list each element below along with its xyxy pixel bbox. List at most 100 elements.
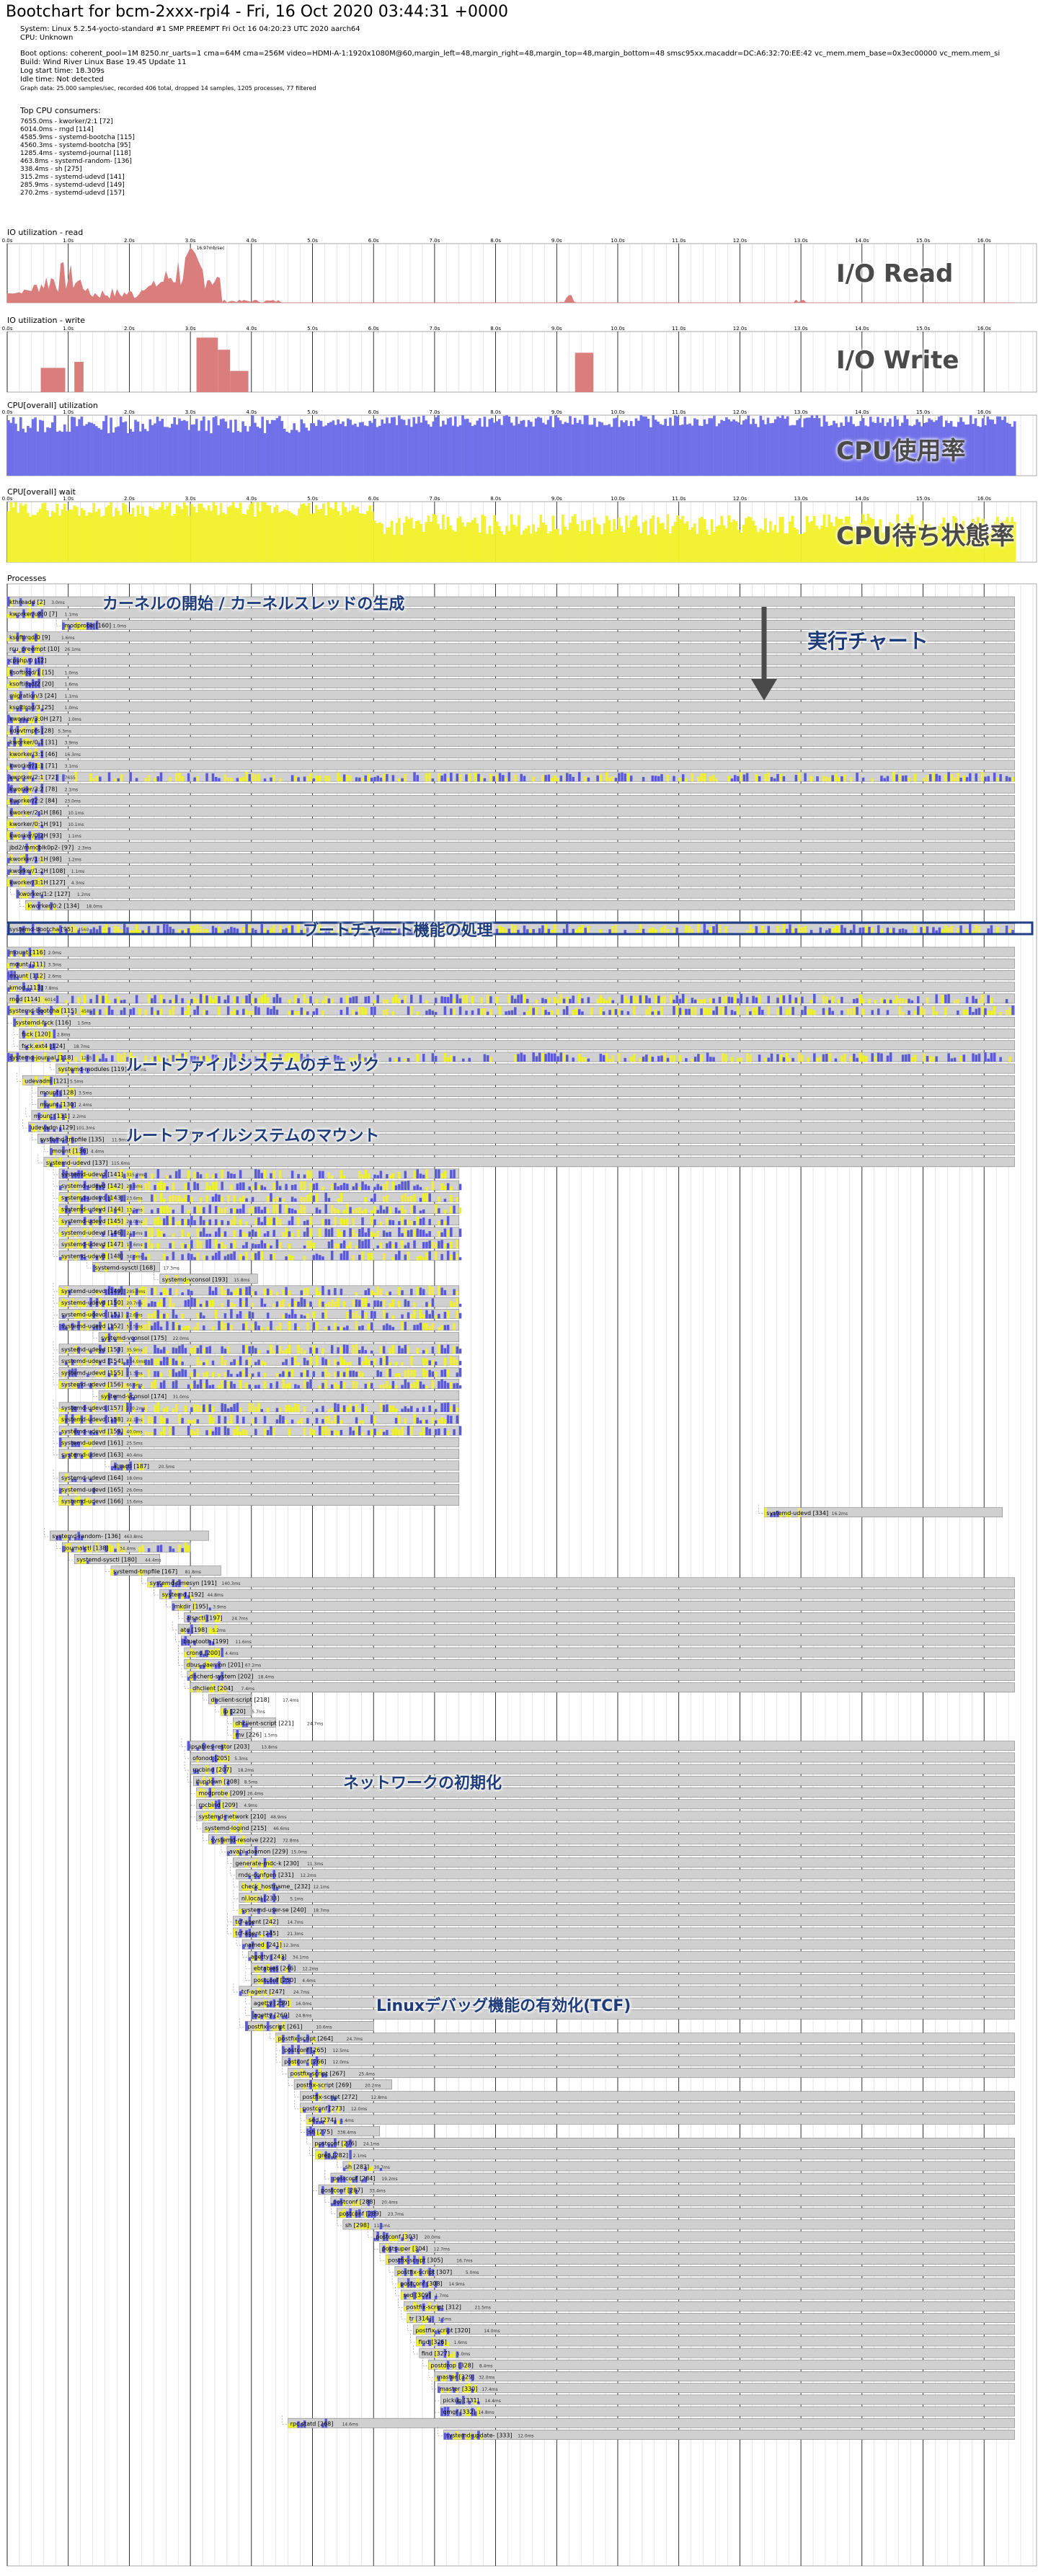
time-tick-label: 0.0s [2, 238, 13, 244]
process-activity [871, 928, 874, 933]
process-activity [648, 1005, 651, 1016]
time-tick-label: 10.0s [611, 582, 625, 584]
cpu-util-bar [693, 418, 696, 476]
process-activity [789, 924, 791, 933]
process-time-label: 3.3ms [48, 962, 62, 967]
process-activity [413, 1230, 416, 1237]
cpu-util-bar [307, 430, 311, 476]
process-activity [151, 1227, 154, 1237]
cpu-util-bar [610, 427, 613, 476]
process-activity [352, 1009, 355, 1016]
process-activity [975, 1008, 977, 1016]
process-activity [349, 1426, 352, 1436]
cpu-wait-bar [657, 517, 660, 562]
process-activity [972, 930, 975, 933]
process-activity [517, 1054, 520, 1062]
process-activity [394, 1373, 398, 1377]
process-activity [303, 1245, 306, 1249]
cpu-util-bar [187, 430, 191, 476]
process-time-label: 25.5ms [126, 1442, 142, 1447]
process-activity [791, 1006, 794, 1016]
process-time-label: 2.3ms [78, 845, 92, 850]
process-activity [275, 1381, 279, 1389]
process-time-label: 3.9ms [65, 741, 79, 746]
process-activity [856, 773, 859, 782]
process-label: systemd [192] [162, 1591, 204, 1598]
process-activity [342, 1301, 346, 1307]
process-activity [233, 1403, 236, 1412]
process-activity [413, 1171, 416, 1178]
process-time-label: 270.2ms [126, 1406, 145, 1411]
process-label: systemd-udevd [154] [61, 1358, 123, 1364]
process-activity [446, 1057, 450, 1062]
process-activity [321, 1285, 324, 1295]
process-activity [673, 927, 675, 933]
cpu-wait-bar [68, 509, 71, 562]
time-tick-label: 14.0s [855, 582, 869, 584]
process-activity [355, 1292, 358, 1295]
process-activity [330, 1345, 334, 1354]
process-activity [629, 776, 633, 782]
process-activity [306, 1194, 309, 1202]
process-activity [453, 998, 456, 1003]
process-activity [172, 1548, 175, 1553]
process-activity [288, 1208, 291, 1214]
process-activity [648, 1055, 651, 1062]
process-activity [306, 1170, 309, 1178]
cpu-wait-bar [595, 523, 599, 562]
process-activity [453, 1404, 456, 1412]
process-activity [431, 1371, 435, 1377]
process-activity [520, 773, 523, 782]
process-activity [285, 1183, 288, 1191]
cpu-wait-bar [156, 509, 159, 562]
process-activity [825, 776, 828, 782]
cpu-util-bar [649, 427, 652, 476]
process-activity [178, 1325, 181, 1331]
process-activity [422, 1357, 425, 1366]
process-activity [211, 1406, 215, 1412]
process-activity [114, 998, 117, 1003]
process-activity [745, 997, 749, 1003]
process-activity [187, 1209, 190, 1214]
process-activity [260, 1209, 264, 1214]
process-activity [107, 927, 111, 933]
cpu-wait-bar [46, 510, 49, 562]
cpu-wait-bar [574, 514, 577, 562]
process-label: systemd-udevd [144] [61, 1207, 123, 1213]
process-activity [135, 778, 138, 782]
process-activity [752, 928, 755, 933]
process-activity [172, 1347, 175, 1354]
cpu-wait-bar [73, 505, 76, 562]
cpu-wait-bar [214, 505, 218, 562]
time-tick-label: 8.0s [490, 496, 501, 502]
process-activity [184, 1348, 187, 1354]
process-activity [700, 773, 703, 782]
cpu-util-bar [520, 420, 523, 476]
time-tick-label: 4.0s [246, 326, 257, 332]
process-activity [908, 777, 910, 782]
process-bar [6, 958, 1015, 969]
process-activity [251, 1252, 254, 1261]
process-activity [913, 1054, 917, 1062]
process-time-label: 7.8ms [45, 986, 58, 991]
process-activity [443, 1052, 447, 1062]
process-activity [856, 1006, 859, 1016]
process-activity [248, 1384, 252, 1389]
process-activity [199, 1197, 203, 1202]
process-activity [285, 1359, 288, 1366]
process-activity [495, 928, 499, 933]
process-activity [315, 1193, 319, 1202]
cpu-wait-bar [713, 531, 716, 562]
process-activity [391, 1181, 395, 1191]
process-activity [144, 930, 148, 933]
process-label: kworker/1:2 [127] [19, 891, 71, 897]
process-activity [324, 1204, 327, 1214]
process-label: jbd2/mmcblk0p2- [97] [9, 844, 74, 850]
process-activity [404, 1299, 407, 1307]
cpu-util-bar [170, 424, 174, 476]
process-activity [181, 1254, 184, 1261]
process-activity [624, 773, 626, 782]
process-activity [550, 930, 554, 933]
process-activity [407, 1220, 410, 1225]
cpu-wait-bar [627, 528, 631, 562]
